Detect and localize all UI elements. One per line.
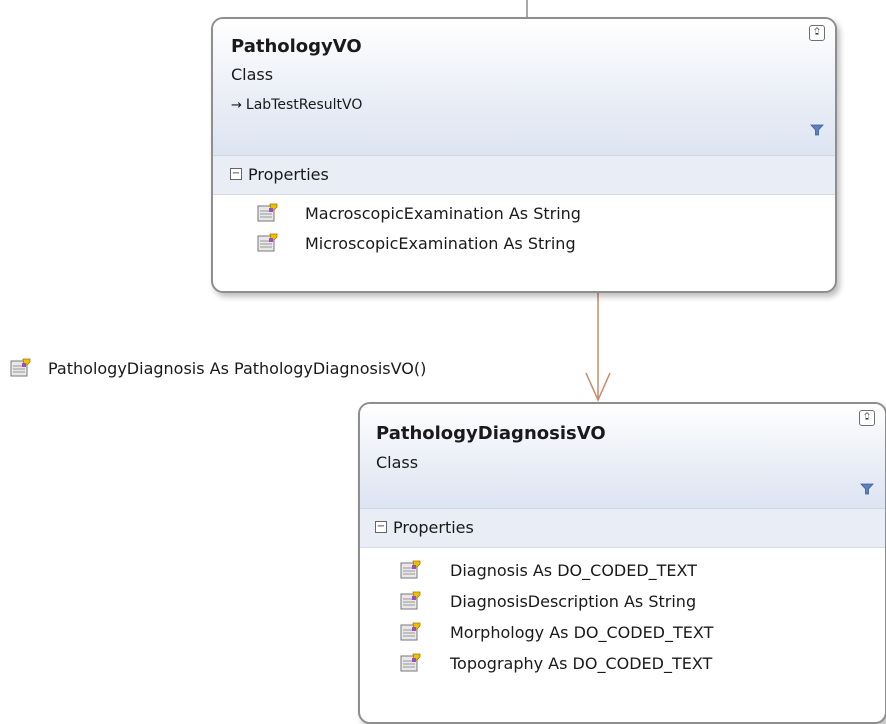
property-text: Diagnosis As DO_CODED_TEXT [450,561,697,580]
property-icon [400,591,421,610]
class-name: PathologyVO [231,36,362,57]
property-icon [400,622,421,641]
class-box-pathologyvo[interactable]: PathologyVO Class → LabTestResultVO ⮸ − P… [211,17,837,293]
class-header: PathologyDiagnosisVO Class ⮸ [360,404,885,509]
minus-box-icon[interactable]: − [230,168,242,180]
chevron-double-up-icon[interactable]: ⮸ [859,410,875,426]
association-label[interactable]: PathologyDiagnosis As PathologyDiagnosis… [10,356,426,380]
base-class: → LabTestResultVO [231,97,362,113]
property-text: MicroscopicExamination As String [305,234,576,253]
property-text: Morphology As DO_CODED_TEXT [450,623,714,642]
property-text: MacroscopicExamination As String [305,204,581,223]
list-item[interactable]: MacroscopicExamination As String [213,199,835,229]
section-label: Properties [248,165,329,184]
list-item[interactable]: DiagnosisDescription As String [360,587,885,618]
property-icon [257,203,278,222]
list-item[interactable]: MicroscopicExamination As String [213,229,835,259]
property-list: Diagnosis As DO_CODED_TEXT DiagnosisDesc… [360,548,885,680]
inheritance-arrow-icon: → [231,98,242,113]
properties-section-header[interactable]: − Properties [360,509,885,548]
property-icon [400,653,421,672]
filter-icon[interactable] [810,123,824,137]
list-item[interactable]: Morphology As DO_CODED_TEXT [360,618,885,649]
class-kind: Class [231,65,274,84]
class-box-pathologydiagnosisvo[interactable]: PathologyDiagnosisVO Class ⮸ − Propertie… [358,402,886,724]
list-item[interactable]: Topography As DO_CODED_TEXT [360,649,885,680]
minus-box-icon[interactable]: − [375,521,387,533]
association-text: PathologyDiagnosis As PathologyDiagnosis… [48,358,427,378]
chevron-double-up-icon[interactable]: ⮸ [809,25,825,41]
property-text: Topography As DO_CODED_TEXT [450,654,713,673]
class-kind: Class [376,453,419,472]
list-item[interactable]: Diagnosis As DO_CODED_TEXT [360,556,885,587]
section-label: Properties [393,518,474,537]
filter-icon[interactable] [860,482,874,496]
property-icon [257,233,278,252]
property-text: DiagnosisDescription As String [450,592,697,611]
base-class-name: LabTestResultVO [245,97,363,113]
property-icon [10,358,31,377]
association-arrowhead [585,372,611,402]
class-header: PathologyVO Class → LabTestResultVO ⮸ [213,19,835,156]
properties-section-header[interactable]: − Properties [213,156,835,195]
class-name: PathologyDiagnosisVO [376,423,606,444]
property-list: MacroscopicExamination As String Microsc… [213,195,835,259]
property-icon [400,560,421,579]
